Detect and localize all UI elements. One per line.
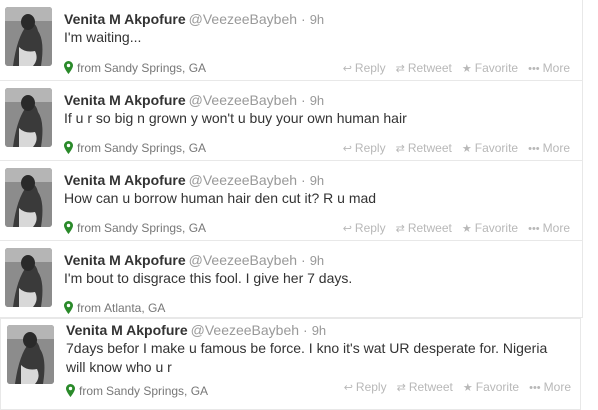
geo-location[interactable]: from Sandy Springs, GA xyxy=(64,61,206,75)
more-dots-icon: ••• xyxy=(528,143,540,155)
avatar[interactable] xyxy=(5,7,52,66)
tweet-text: If u r so big n grown y won't u buy your… xyxy=(64,110,407,126)
geo-from-label: from xyxy=(77,141,101,155)
timestamp[interactable]: 9h xyxy=(310,173,324,188)
tweet-item[interactable]: Venita M Akpofure @VeezeeBaybeh · 9h I'm bo… xyxy=(0,241,583,318)
tweet-header: Venita M Akpofure @VeezeeBaybeh · 9h xyxy=(64,172,324,189)
timestamp[interactable]: 9h xyxy=(312,323,326,338)
favorite-button[interactable]: ★ Favorite xyxy=(462,221,518,235)
more-button[interactable]: ••• More xyxy=(528,221,570,235)
separator-dot: · xyxy=(301,172,306,188)
geo-location[interactable]: from Sandy Springs, GA xyxy=(66,384,208,398)
tweet-text: 7days befor I make u famous be force. I … xyxy=(66,340,548,375)
geo-location-name[interactable]: Sandy Springs, GA xyxy=(104,61,206,75)
separator-dot: · xyxy=(301,11,306,27)
display-name[interactable]: Venita M Akpofure xyxy=(64,252,186,268)
retweet-button[interactable]: ⇄ Retweet xyxy=(396,141,452,155)
tweet-actions: ↩ Reply ⇄ Retweet ★ Favorite ••• More xyxy=(333,61,570,75)
tweet-item[interactable]: Venita M Akpofure @VeezeeBaybeh · 9h I'm wa… xyxy=(0,0,583,81)
timestamp[interactable]: 9h xyxy=(310,253,324,268)
favorite-button[interactable]: ★ Favorite xyxy=(462,61,518,75)
tweet-actions: ↩ Reply ⇄ Retweet ★ Favorite ••• More xyxy=(333,221,570,235)
location-pin-icon xyxy=(64,141,73,154)
favorite-button[interactable]: ★ Favorite xyxy=(463,380,519,394)
separator-dot: · xyxy=(301,252,306,268)
more-button[interactable]: ••• More xyxy=(528,61,570,75)
tweet-header: Venita M Akpofure @VeezeeBaybeh · 9h xyxy=(64,252,324,269)
star-icon: ★ xyxy=(461,143,472,155)
username[interactable]: @VeezeeBaybeh xyxy=(189,252,297,268)
tweet-item[interactable]: Venita M Akpofure @VeezeeBaybeh · 9h 7days … xyxy=(0,318,581,410)
more-button[interactable]: ••• More xyxy=(529,380,571,394)
avatar[interactable] xyxy=(5,248,52,307)
separator-dot: · xyxy=(301,92,306,108)
geo-from-label: from xyxy=(77,61,101,75)
tweet-item[interactable]: Venita M Akpofure @VeezeeBaybeh · 9h How ca… xyxy=(0,161,583,241)
avatar[interactable] xyxy=(5,168,52,227)
geo-location-name[interactable]: Atlanta, GA xyxy=(104,301,165,315)
geo-from-label: from xyxy=(77,301,101,315)
display-name[interactable]: Venita M Akpofure xyxy=(64,172,186,188)
geo-location[interactable]: from Sandy Springs, GA xyxy=(64,221,206,235)
tweet-actions: ↩ Reply ⇄ Retweet ★ Favorite ••• More xyxy=(333,141,570,155)
geo-location-name[interactable]: Sandy Springs, GA xyxy=(106,384,208,398)
tweet-text: How can u borrow human hair den cut it? … xyxy=(64,190,377,206)
timestamp[interactable]: 9h xyxy=(310,12,324,27)
geo-location[interactable]: from Sandy Springs, GA xyxy=(64,141,206,155)
reply-button[interactable]: ↩ Reply xyxy=(344,380,387,394)
reply-button[interactable]: ↩ Reply xyxy=(343,141,386,155)
display-name[interactable]: Venita M Akpofure xyxy=(64,11,186,27)
location-pin-icon xyxy=(64,301,73,314)
tweet-item[interactable]: Venita M Akpofure @VeezeeBaybeh · 9h If u r… xyxy=(0,81,583,161)
tweet-text: I'm waiting... xyxy=(64,29,142,45)
avatar[interactable] xyxy=(7,325,54,384)
retweet-icon: ⇄ xyxy=(395,63,405,75)
tweet-header: Venita M Akpofure @VeezeeBaybeh · 9h xyxy=(66,322,326,339)
retweet-icon: ⇄ xyxy=(395,223,405,235)
geo-from-label: from xyxy=(79,384,103,398)
location-pin-icon xyxy=(64,221,73,234)
more-dots-icon: ••• xyxy=(529,382,541,394)
display-name[interactable]: Venita M Akpofure xyxy=(66,322,188,338)
username[interactable]: @VeezeeBaybeh xyxy=(189,92,297,108)
location-pin-icon xyxy=(64,61,73,74)
display-name[interactable]: Venita M Akpofure xyxy=(64,92,186,108)
location-pin-icon xyxy=(66,384,75,397)
reply-icon: ↩ xyxy=(342,223,352,235)
tweet-header: Venita M Akpofure @VeezeeBaybeh · 9h xyxy=(64,11,324,28)
tweet-header: Venita M Akpofure @VeezeeBaybeh · 9h xyxy=(64,92,324,109)
star-icon: ★ xyxy=(461,223,472,235)
reply-icon: ↩ xyxy=(342,143,352,155)
star-icon: ★ xyxy=(461,63,472,75)
tweet-text: I'm bout to disgrace this fool. I give h… xyxy=(64,270,353,286)
more-dots-icon: ••• xyxy=(528,63,540,75)
separator-dot: · xyxy=(303,322,308,338)
username[interactable]: @VeezeeBaybeh xyxy=(189,172,297,188)
retweet-icon: ⇄ xyxy=(395,143,405,155)
more-dots-icon: ••• xyxy=(528,223,540,235)
retweet-button[interactable]: ⇄ Retweet xyxy=(396,61,452,75)
username[interactable]: @VeezeeBaybeh xyxy=(191,322,299,338)
retweet-icon: ⇄ xyxy=(396,382,406,394)
geo-from-label: from xyxy=(77,221,101,235)
retweet-button[interactable]: ⇄ Retweet xyxy=(397,380,453,394)
geo-location-name[interactable]: Sandy Springs, GA xyxy=(104,221,206,235)
reply-button[interactable]: ↩ Reply xyxy=(343,61,386,75)
favorite-button[interactable]: ★ Favorite xyxy=(462,141,518,155)
reply-button[interactable]: ↩ Reply xyxy=(343,221,386,235)
geo-location-name[interactable]: Sandy Springs, GA xyxy=(104,141,206,155)
tweet-actions: ↩ Reply ⇄ Retweet ★ Favorite ••• More xyxy=(334,380,571,394)
reply-icon: ↩ xyxy=(342,63,352,75)
avatar[interactable] xyxy=(5,88,52,147)
timestamp[interactable]: 9h xyxy=(310,93,324,108)
more-button[interactable]: ••• More xyxy=(528,141,570,155)
retweet-button[interactable]: ⇄ Retweet xyxy=(396,221,452,235)
username[interactable]: @VeezeeBaybeh xyxy=(189,11,297,27)
geo-location[interactable]: from Atlanta, GA xyxy=(64,301,165,315)
reply-icon: ↩ xyxy=(343,382,353,394)
star-icon: ★ xyxy=(462,382,473,394)
